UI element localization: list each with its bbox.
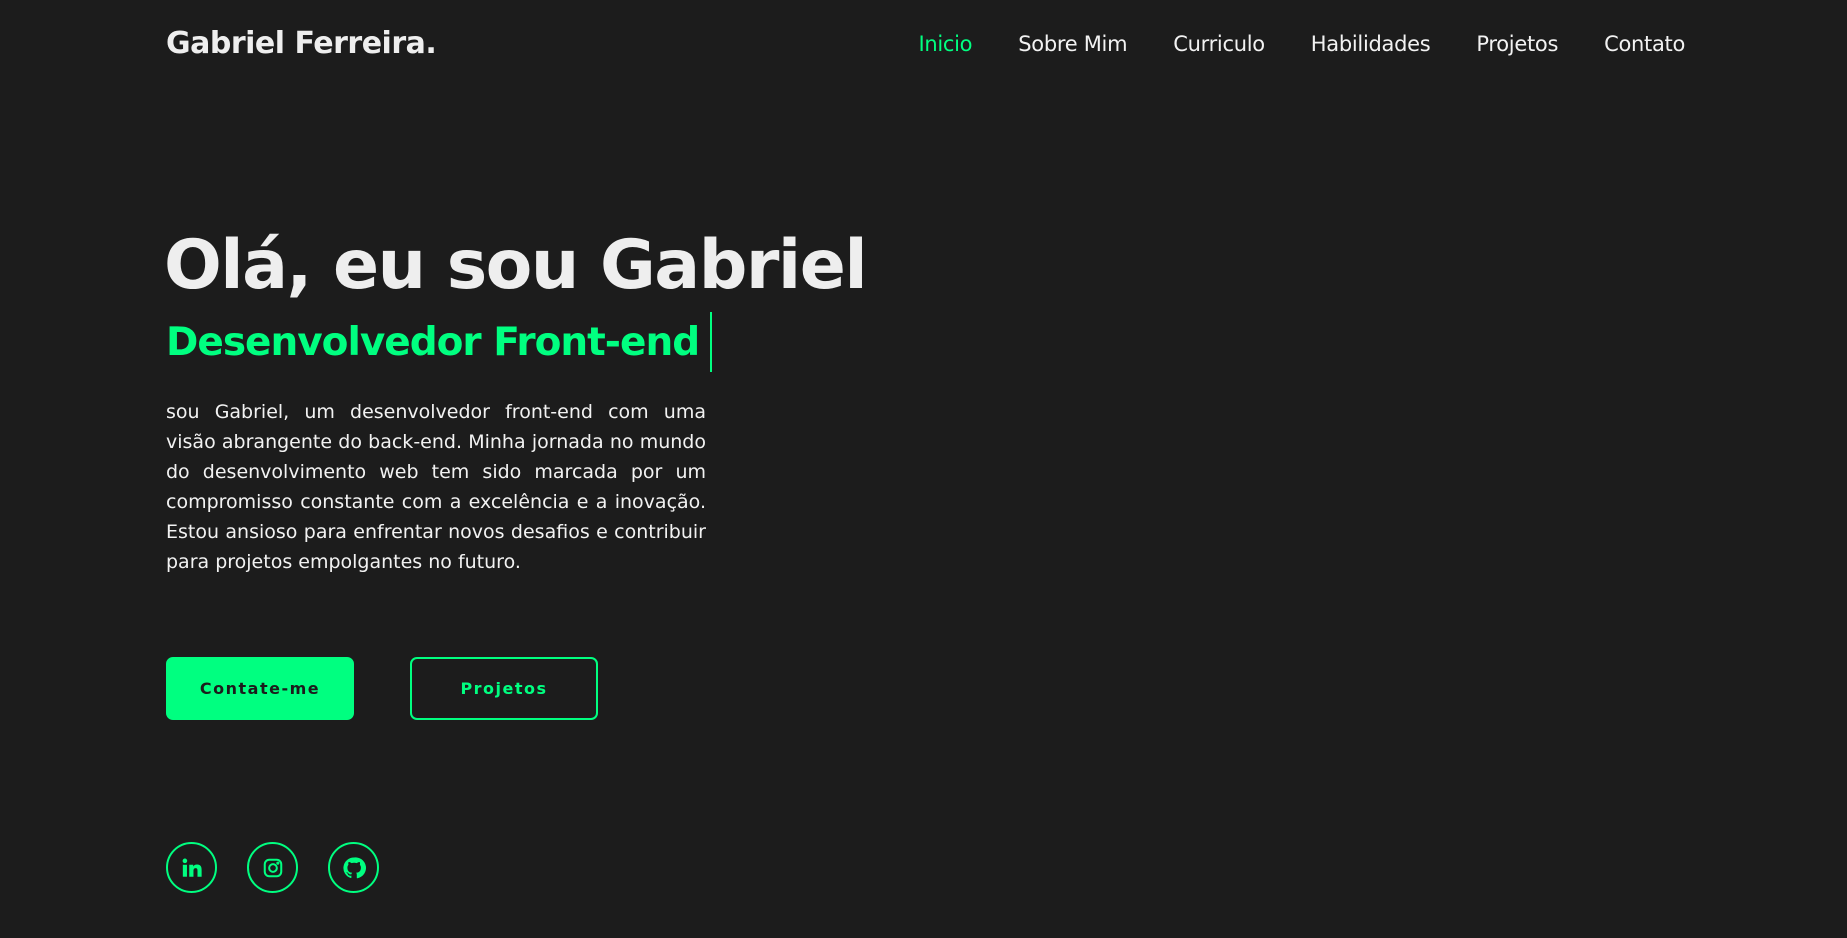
instagram-icon	[262, 857, 284, 879]
nav-item-projetos[interactable]: Projetos	[1476, 32, 1558, 56]
contact-button[interactable]: Contate-me	[166, 657, 354, 720]
hero-title: Olá, eu sou Gabriel	[164, 226, 868, 305]
linkedin-link[interactable]	[166, 842, 217, 893]
projects-button[interactable]: Projetos	[410, 657, 598, 720]
nav-item-inicio[interactable]: Inicio	[918, 32, 972, 56]
typing-caret	[710, 312, 713, 372]
nav-item-habilidades[interactable]: Habilidades	[1311, 32, 1431, 56]
nav-item-curriculo[interactable]: Curriculo	[1173, 32, 1265, 56]
github-icon	[342, 856, 366, 880]
instagram-link[interactable]	[247, 842, 298, 893]
linkedin-icon	[181, 857, 203, 879]
hero-role: Desenvolvedor Front-end	[166, 319, 700, 365]
social-links	[166, 842, 379, 893]
github-link[interactable]	[328, 842, 379, 893]
site-logo[interactable]: Gabriel Ferreira.	[166, 26, 437, 61]
site-header: Gabriel Ferreira. Inicio Sobre Mim Curri…	[0, 0, 1847, 96]
nav-item-sobre-mim[interactable]: Sobre Mim	[1018, 32, 1127, 56]
main-nav: Inicio Sobre Mim Curriculo Habilidades P…	[918, 32, 1685, 56]
nav-item-contato[interactable]: Contato	[1604, 32, 1685, 56]
hero-description: sou Gabriel, um desenvolvedor front-end …	[166, 401, 706, 573]
hero-role-line: Desenvolvedor Front-end	[166, 312, 713, 372]
